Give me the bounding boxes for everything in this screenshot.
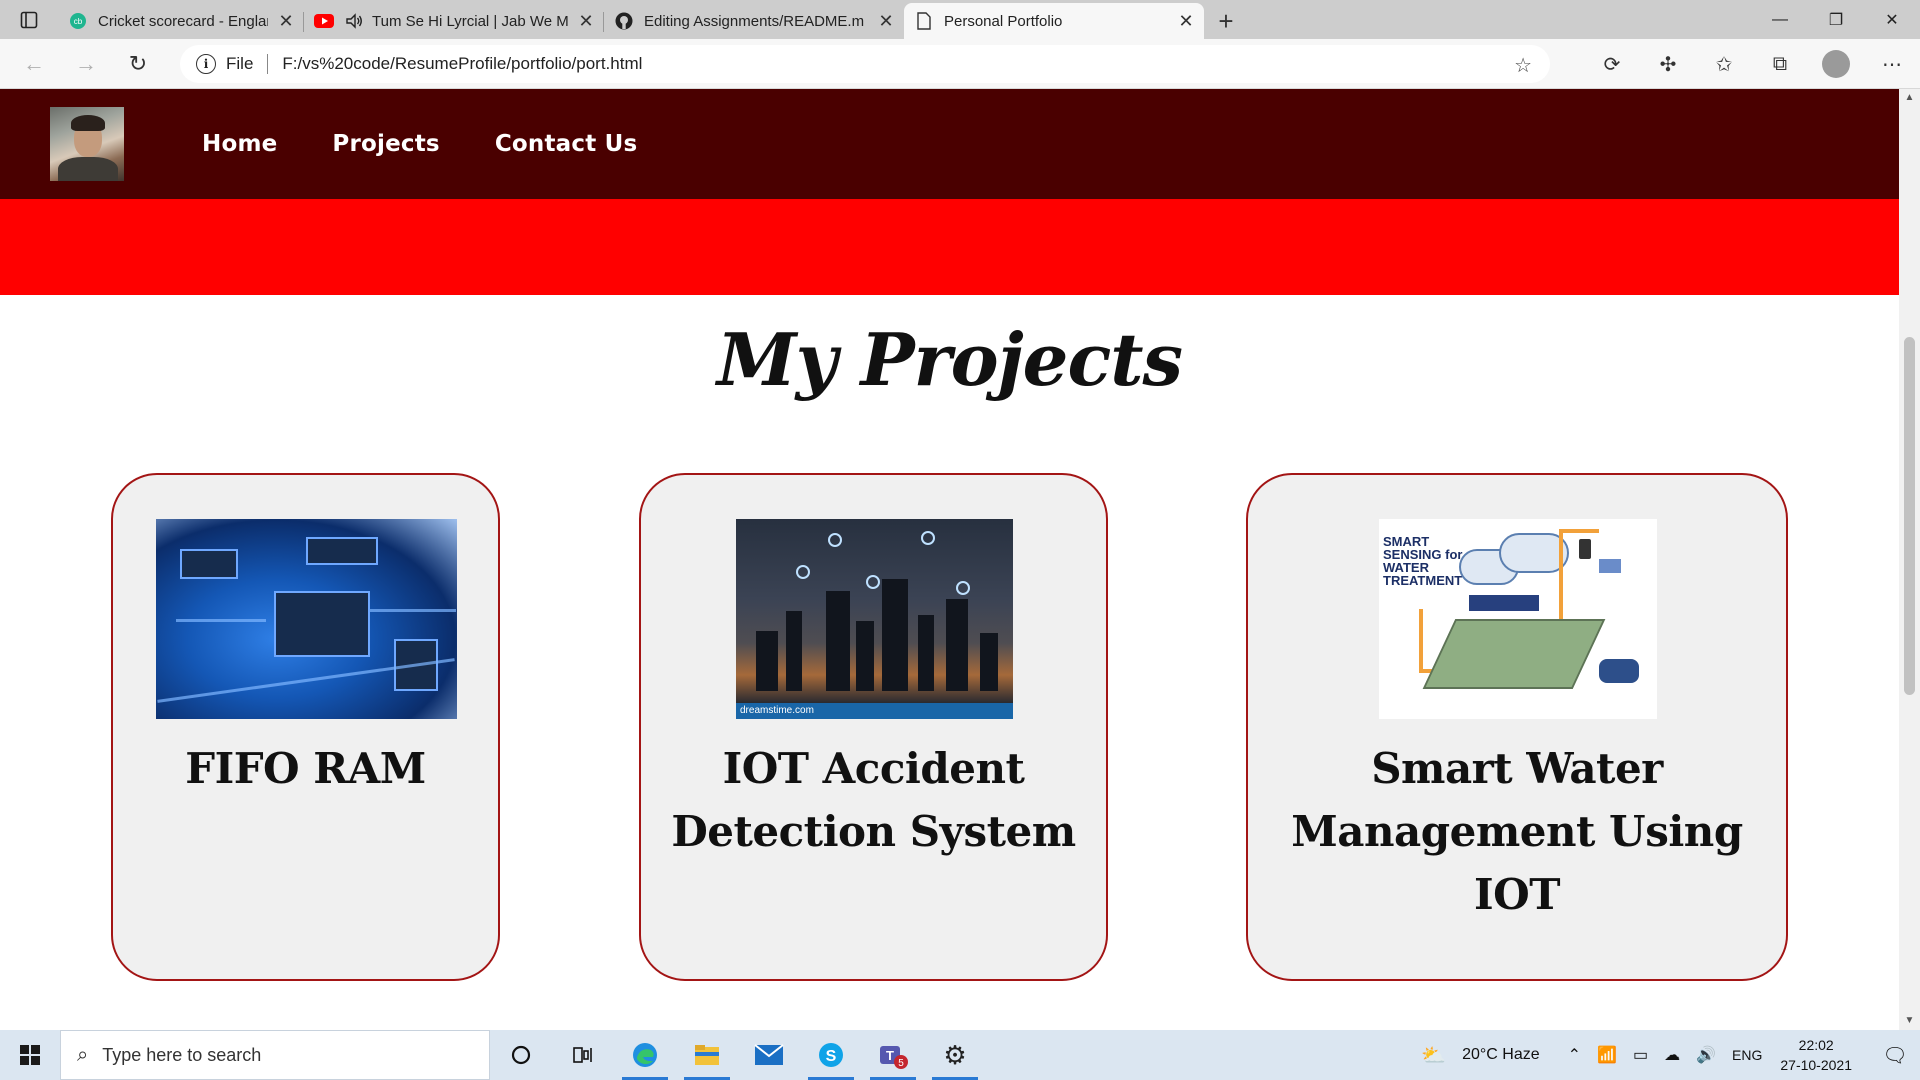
extensions-icon[interactable]: ✣ — [1640, 44, 1696, 84]
project-card-iot-accident[interactable]: dreamstime.com IOT Accident Detection Sy… — [639, 473, 1108, 981]
teams-badge: 5 — [898, 1058, 904, 1069]
close-tab-icon[interactable]: ✕ — [878, 11, 894, 32]
speaker-icon[interactable] — [344, 11, 364, 31]
clock-time: 22:02 — [1798, 1037, 1834, 1053]
sync-icon[interactable]: ⟳ — [1584, 44, 1640, 84]
battery-icon[interactable]: ▭ — [1633, 1045, 1648, 1065]
circuit-board-image — [156, 519, 457, 719]
profile-photo — [50, 107, 124, 181]
water-treatment-diagram-image: SMART SENSING for WATER TREATMENT — [1379, 519, 1657, 719]
image-watermark: dreamstime.com — [740, 705, 814, 716]
tab-title: Editing Assignments/README.m — [644, 12, 865, 30]
nav-link-projects[interactable]: Projects — [332, 131, 439, 157]
nav-link-contact[interactable]: Contact Us — [495, 131, 638, 157]
smart-city-iot-image: dreamstime.com — [736, 519, 1013, 719]
settings-gear-icon[interactable]: ⚙ — [924, 1030, 986, 1080]
tab-actions-icon — [20, 11, 38, 28]
add-favorite-icon[interactable]: ☆ — [1514, 53, 1532, 78]
search-placeholder: Type here to search — [102, 1044, 262, 1065]
hero-band — [0, 199, 1899, 295]
page-icon — [914, 11, 934, 31]
weather-icon[interactable]: ⛅ — [1421, 1043, 1446, 1068]
refresh-button[interactable]: ↻ — [116, 46, 160, 82]
favorites-icon[interactable]: ✩ — [1696, 44, 1752, 84]
browser-toolbar-icons: ⟳ ✣ ✩ ⧉ ⋯ — [1584, 39, 1920, 89]
notifications-icon[interactable]: 🗨 — [1870, 1043, 1920, 1068]
github-icon — [614, 11, 634, 31]
close-tab-icon[interactable]: ✕ — [278, 11, 294, 32]
taskbar-apps: S T5 ⚙ — [490, 1030, 986, 1080]
tab-title: Cricket scorecard - England vs Ba — [98, 12, 268, 30]
address-bar[interactable]: i File F:/vs%20code/ResumeProfile/portfo… — [180, 45, 1550, 83]
clock-date: 27-10-2021 — [1780, 1057, 1852, 1073]
page-scrollbar[interactable]: ▲ ▼ — [1899, 89, 1920, 1030]
close-tab-icon[interactable]: ✕ — [1178, 11, 1194, 32]
show-hidden-icons-icon[interactable]: ⌃ — [1568, 1045, 1581, 1065]
taskbar-search-box[interactable]: ⌕ Type here to search — [60, 1030, 490, 1080]
page-viewport: Home Projects Contact Us My Projects FIF… — [0, 89, 1899, 1030]
image-caption: SMART SENSING for WATER TREATMENT — [1383, 534, 1463, 588]
close-tab-icon[interactable]: ✕ — [578, 11, 594, 32]
weather-text[interactable]: 20°C Haze — [1462, 1046, 1540, 1064]
tab-github[interactable]: Editing Assignments/README.m ✕ — [604, 3, 904, 39]
youtube-icon — [314, 11, 334, 31]
url-text[interactable]: F:/vs%20code/ResumeProfile/portfolio/por… — [282, 54, 642, 74]
svg-text:T: T — [886, 1048, 894, 1063]
svg-text:cb: cb — [74, 17, 83, 26]
site-nav-links: Home Projects Contact Us — [202, 131, 692, 157]
scrollbar-thumb[interactable] — [1904, 337, 1915, 695]
teams-icon[interactable]: T5 — [862, 1030, 924, 1080]
windows-logo-icon — [20, 1045, 40, 1065]
project-title: IOT Accident Detection System — [671, 744, 1076, 856]
project-card-smart-water[interactable]: SMART SENSING for WATER TREATMENT Smart … — [1246, 473, 1788, 981]
address-toolbar: ← → ↻ i File F:/vs%20code/ResumeProfile/… — [0, 39, 1920, 89]
tab-strip: cb Cricket scorecard - England vs Ba ✕ T… — [0, 0, 1920, 39]
mail-icon[interactable] — [738, 1030, 800, 1080]
search-icon: ⌕ — [77, 1043, 89, 1066]
svg-text:S: S — [826, 1048, 837, 1065]
project-card-fifo-ram[interactable]: FIFO RAM — [111, 473, 500, 981]
profile-avatar[interactable] — [1822, 50, 1850, 78]
wifi-icon[interactable]: 📶 — [1597, 1045, 1617, 1065]
onedrive-icon[interactable]: ☁ — [1664, 1045, 1680, 1065]
cricbuzz-icon: cb — [68, 11, 88, 31]
start-button[interactable] — [0, 1030, 60, 1080]
tab-cricket[interactable]: cb Cricket scorecard - England vs Ba ✕ — [58, 3, 304, 39]
volume-icon[interactable]: 🔊 — [1696, 1045, 1716, 1065]
collections-icon[interactable]: ⧉ — [1752, 44, 1808, 84]
project-title: FIFO RAM — [185, 744, 426, 793]
section-title: My Projects — [716, 317, 1183, 402]
url-scheme: File — [226, 54, 254, 73]
clock[interactable]: 22:02 27-10-2021 — [1780, 1035, 1852, 1075]
nav-link-home[interactable]: Home — [202, 131, 277, 157]
site-navbar: Home Projects Contact Us — [0, 89, 1899, 199]
back-button[interactable]: ← — [12, 46, 56, 82]
close-window-button[interactable]: ✕ — [1864, 0, 1920, 39]
project-title: Smart Water Management Using IOT — [1291, 744, 1743, 919]
file-explorer-icon[interactable] — [676, 1030, 738, 1080]
new-tab-button[interactable]: + — [1204, 3, 1248, 39]
tab-actions-button[interactable] — [0, 0, 58, 39]
tab-title: Tum Se Hi Lyrcial | Jab We M — [372, 12, 568, 30]
more-menu-icon[interactable]: ⋯ — [1864, 44, 1920, 84]
tab-youtube[interactable]: Tum Se Hi Lyrcial | Jab We M ✕ — [304, 3, 604, 39]
language-indicator[interactable]: ENG — [1732, 1047, 1762, 1063]
restore-button[interactable]: ❐ — [1808, 0, 1864, 39]
scroll-up-icon[interactable]: ▲ — [1899, 89, 1920, 107]
site-info-icon[interactable]: i — [196, 54, 216, 74]
forward-button[interactable]: → — [64, 46, 108, 82]
system-tray: ⛅ 20°C Haze ⌃ 📶 ▭ ☁ 🔊 ENG 22:02 27-10-20… — [1413, 1030, 1920, 1080]
skype-icon[interactable]: S — [800, 1030, 862, 1080]
minimize-button[interactable]: — — [1752, 0, 1808, 39]
windows-taskbar: ⌕ Type here to search S T5 ⚙ ⛅ 20°C Haze — [0, 1030, 1920, 1080]
scroll-down-icon[interactable]: ▼ — [1899, 1012, 1920, 1030]
cortana-button[interactable] — [490, 1030, 552, 1080]
tab-personal-portfolio[interactable]: Personal Portfolio ✕ — [904, 3, 1204, 39]
edge-browser-icon[interactable] — [614, 1030, 676, 1080]
task-view-button[interactable] — [552, 1030, 614, 1080]
window-controls: — ❐ ✕ — [1752, 0, 1920, 39]
tab-title: Personal Portfolio — [944, 12, 1063, 30]
